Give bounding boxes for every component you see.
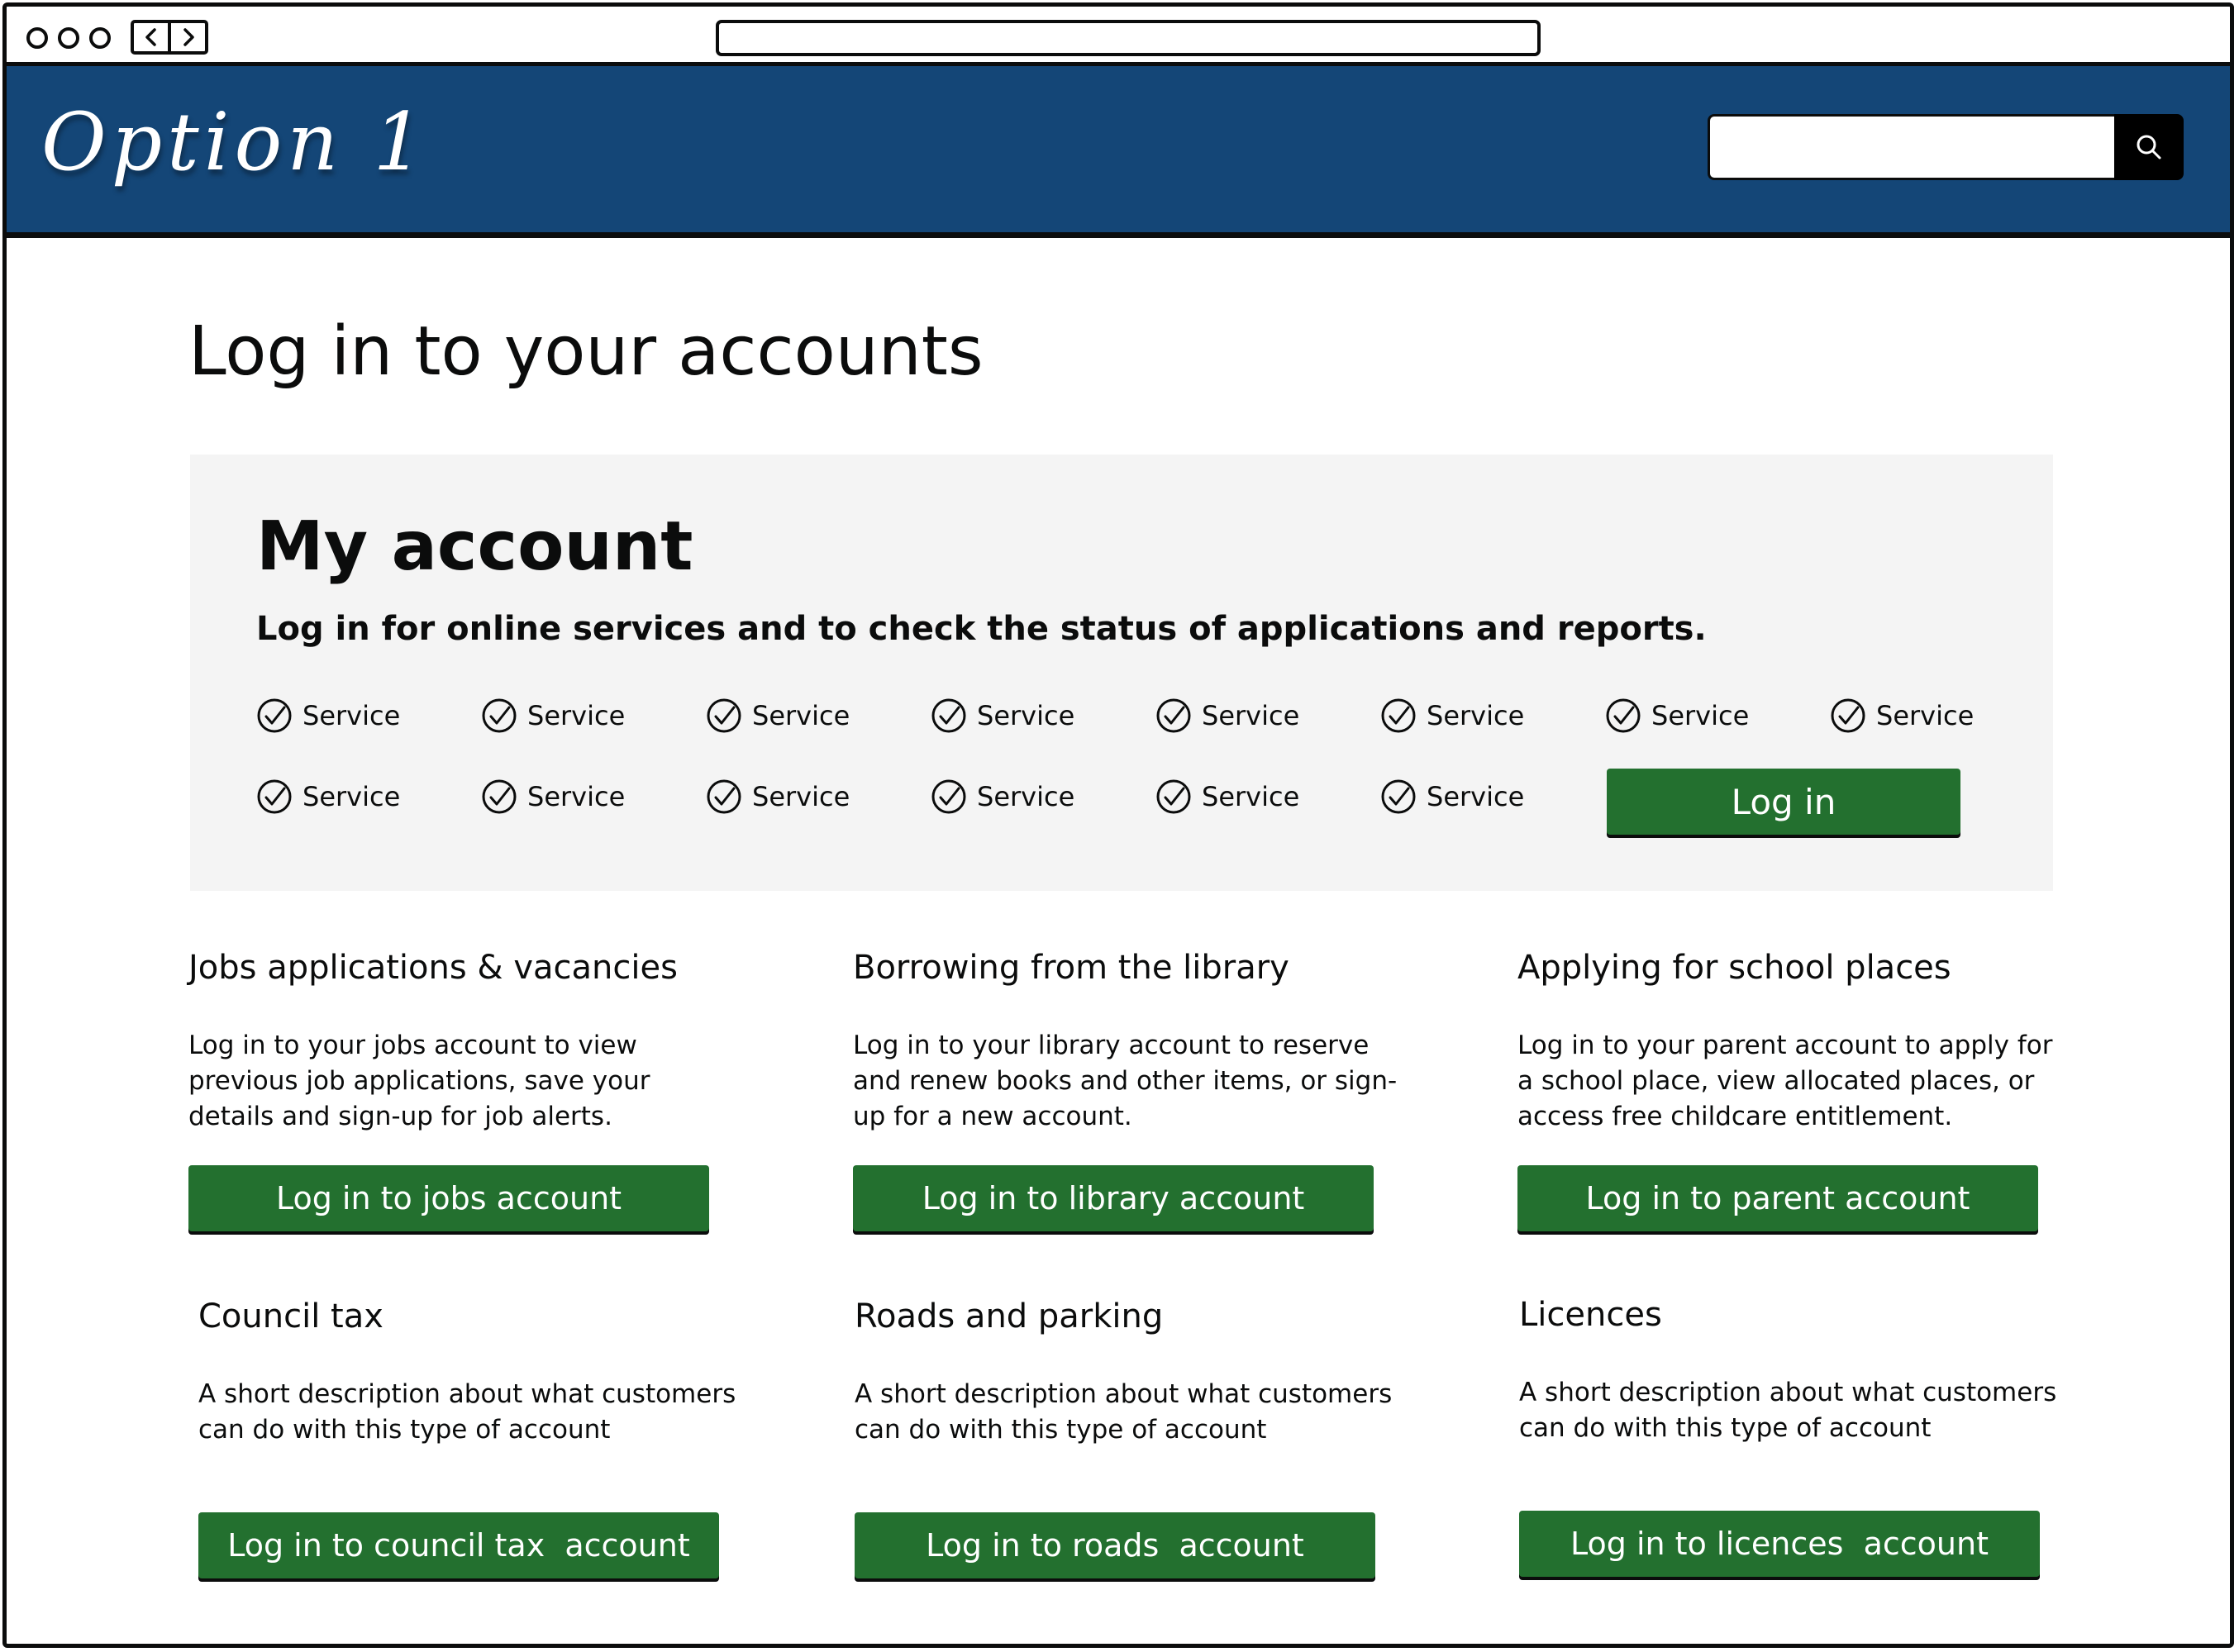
service-item[interactable]: Service [1380,697,1524,734]
service-label: Service [1202,700,1300,731]
service-item[interactable]: Service [481,778,625,815]
service-item[interactable]: Service [706,778,850,815]
check-circle-icon [482,698,517,733]
service-label: Service [303,700,401,731]
check-circle-icon [257,698,292,733]
back-button[interactable] [134,23,168,51]
service-item[interactable]: Service [706,697,850,734]
my-account-panel: My account Log in for online services an… [190,455,2053,891]
account-card-licences: Licences A short description about what … [1519,1296,2081,1585]
service-label: Service [752,781,850,812]
search-icon [2137,135,2161,159]
card-title: Roads and parking [855,1297,1164,1335]
jobs-login-button[interactable]: Log in to jobs account [188,1165,709,1231]
browser-window: Option 1 Log in to your accounts My acco… [2,2,2234,1648]
card-description: A short description about what customers… [855,1379,1393,1445]
service-item[interactable]: Service [1155,778,1299,815]
service-label: Service [752,700,850,731]
council-tax-login-button[interactable]: Log in to council tax account [198,1512,719,1578]
service-label: Service [1427,700,1525,731]
service-item[interactable]: Service [1380,778,1524,815]
service-item[interactable]: Service [256,697,400,734]
check-circle-icon [707,779,741,814]
check-circle-icon [1606,698,1641,733]
card-description: Log in to your parent account to apply f… [1517,1031,2053,1131]
service-item[interactable]: Service [1830,697,1974,734]
service-label: Service [977,700,1075,731]
licences-login-button[interactable]: Log in to licences account [1519,1511,2040,1577]
service-label: Service [1202,781,1300,812]
account-card-library: Borrowing from the library Log in to you… [853,949,1415,1238]
parent-login-button[interactable]: Log in to parent account [1517,1165,2038,1231]
service-item[interactable]: Service [481,697,625,734]
forward-button[interactable] [168,23,205,51]
window-maximize-dot[interactable] [89,27,111,49]
window-minimize-dot[interactable] [58,27,79,49]
check-circle-icon [931,698,966,733]
check-circle-icon [1381,779,1416,814]
my-account-description: Log in for online services and to check … [256,610,1707,648]
check-circle-icon [1156,698,1191,733]
check-circle-icon [1831,698,1865,733]
library-login-button[interactable]: Log in to library account [853,1165,1374,1231]
card-title: Borrowing from the library [853,949,1289,987]
account-card-jobs: Jobs applications & vacancies Log in to … [188,949,750,1238]
address-bar[interactable] [716,20,1541,56]
check-circle-icon [482,779,517,814]
card-description: Log in to your library account to reserv… [853,1031,1398,1131]
card-description: Log in to your jobs account to view prev… [188,1031,650,1131]
search-button[interactable] [2114,114,2184,180]
service-item[interactable]: Service [931,778,1074,815]
check-circle-icon [707,698,741,733]
service-label: Service [527,781,626,812]
chevron-left-icon [145,28,156,46]
card-title: Council tax [198,1297,383,1335]
site-header: Option 1 [7,66,2230,238]
service-item[interactable]: Service [256,778,400,815]
my-account-heading: My account [256,507,693,586]
account-card-roads: Roads and parking A short description ab… [855,1297,1417,1587]
service-label: Service [977,781,1075,812]
check-circle-icon [1381,698,1416,733]
service-label: Service [1651,700,1750,731]
card-title: Licences [1519,1296,1662,1334]
card-description: A short description about what customers… [198,1379,736,1445]
page-title: Log in to your accounts [188,312,984,391]
browser-nav-buttons [131,20,208,55]
check-circle-icon [257,779,292,814]
service-item[interactable]: Service [931,697,1074,734]
card-description: A short description about what customers… [1519,1378,2057,1443]
service-label: Service [527,700,626,731]
card-title: Jobs applications & vacancies [188,949,678,987]
service-item[interactable]: Service [1605,697,1749,734]
search-bar [1708,114,2184,180]
service-label: Service [1876,700,1975,731]
roads-login-button[interactable]: Log in to roads account [855,1512,1375,1578]
service-item[interactable]: Service [1155,697,1299,734]
account-card-council-tax: Council tax A short description about wh… [198,1297,760,1587]
account-card-school: Applying for school places Log in to you… [1517,949,2079,1238]
check-circle-icon [1156,779,1191,814]
service-label: Service [303,781,401,812]
card-title: Applying for school places [1517,949,1951,987]
option-title: Option 1 [41,96,429,188]
search-input[interactable] [1708,114,2114,180]
browser-chrome [7,7,2230,66]
service-label: Service [1427,781,1525,812]
check-circle-icon [931,779,966,814]
chevron-right-icon [183,28,194,46]
my-account-login-button[interactable]: Log in [1607,769,1960,835]
window-close-dot[interactable] [26,27,48,49]
